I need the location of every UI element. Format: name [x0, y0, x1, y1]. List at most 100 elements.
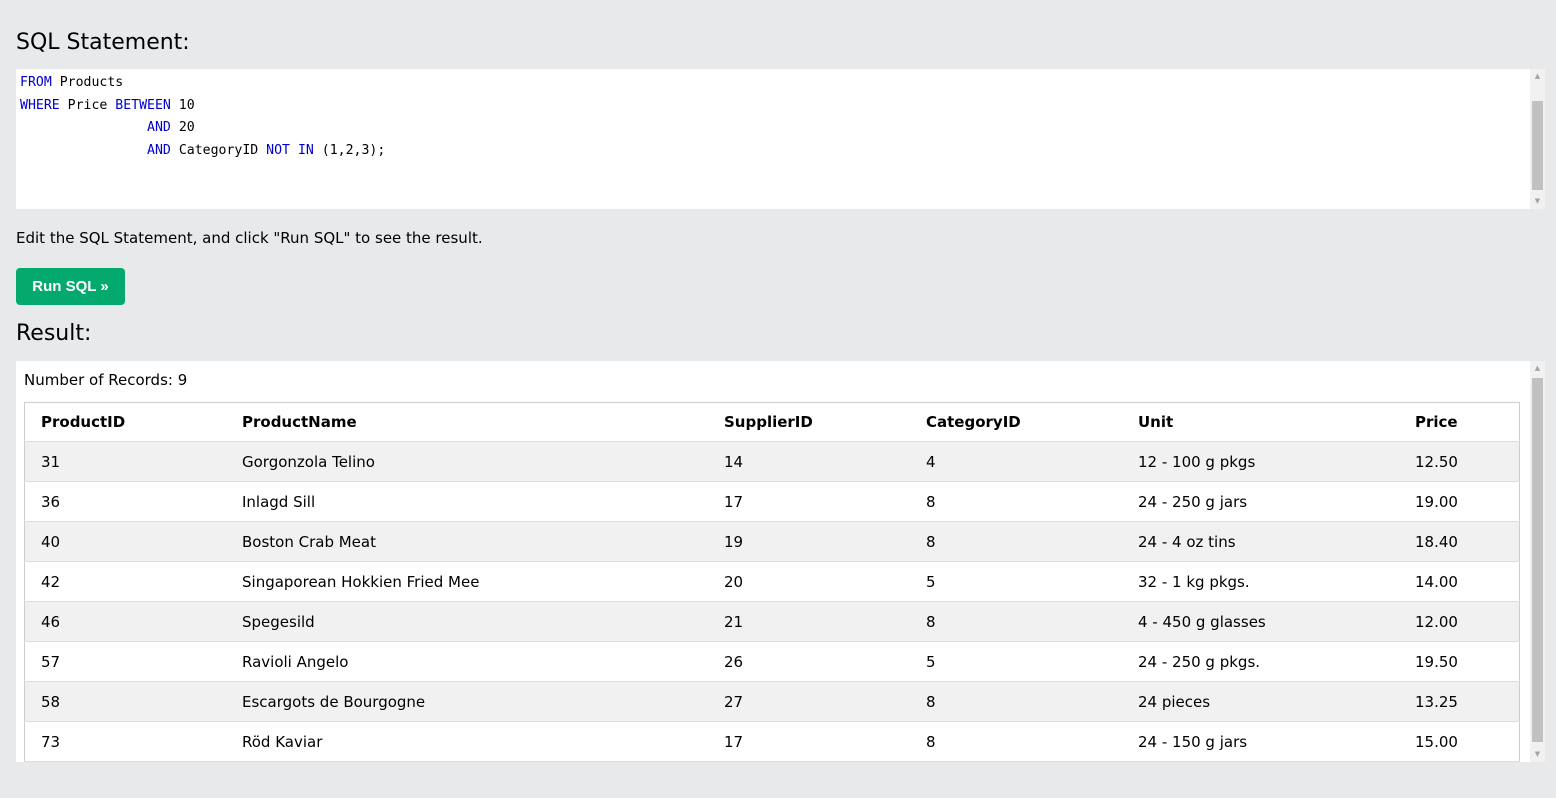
sql-code-line[interactable]: WHERE Price BETWEEN 10 [20, 95, 385, 118]
table-row: 73 Röd Kaviar 17 8 24 - 150 g jars 15.00 [24, 721, 1520, 762]
sql-keyword: IN [297, 142, 314, 158]
table-row: 40 Boston Crab Meat 19 8 24 - 4 oz tins 18.40 [24, 521, 1520, 562]
column-header: CategoryID [910, 402, 1122, 442]
table-cell: 4 [910, 441, 1122, 482]
scroll-down-arrow-icon[interactable]: ▼ [1530, 747, 1545, 762]
table-cell: 14 [708, 441, 910, 482]
table-cell: 5 [910, 561, 1122, 602]
sql-keyword: FROM [20, 75, 52, 90]
table-cell: 8 [910, 601, 1122, 642]
sql-keyword: WHERE [20, 97, 60, 113]
table-cell: 73 [24, 721, 226, 762]
sql-text: 20 [170, 120, 195, 135]
table-cell: Boston Crab Meat [226, 521, 708, 562]
table-cell: 8 [910, 481, 1122, 522]
table-cell: 8 [910, 521, 1122, 562]
table-cell: 8 [910, 721, 1122, 762]
table-cell: 17 [708, 721, 910, 762]
table-cell: 15.00 [1399, 721, 1520, 762]
table-cell: Ravioli Angelo [226, 641, 708, 682]
record-count: Number of Records: 9 [24, 371, 188, 389]
table-cell: 21 [708, 601, 910, 642]
sql-keyword: NOT [266, 142, 290, 158]
table-row: 42 Singaporean Hokkien Fried Mee 20 5 32 - 1… [24, 561, 1520, 602]
sql-text: CategoryID [170, 142, 267, 158]
table-cell: 36 [24, 481, 226, 522]
sql-keyword: BETWEEN [115, 97, 171, 113]
table-cell: 12 - 100 g pkgs [1122, 441, 1399, 482]
table-cell: 46 [24, 601, 226, 642]
table-row: 36 Inlagd Sill 17 8 24 - 250 g jars 19.00 [24, 481, 1520, 522]
sql-code-line[interactable]: AND CategoryID NOT IN (1,2,3); [20, 140, 385, 163]
table-header-row: ProductID ProductName SupplierID Categor… [24, 402, 1520, 442]
sql-statement-heading: SQL Statement: [16, 30, 190, 55]
table-row: 46 Spegesild 21 8 4 - 450 g glasses 12.00 [24, 601, 1520, 642]
table-cell: 18.40 [1399, 521, 1520, 562]
sql-keyword: AND [147, 120, 171, 135]
sql-code[interactable]: FROM Products WHERE Price BETWEEN 10 AND … [20, 72, 385, 162]
table-cell: 12.00 [1399, 601, 1520, 642]
instruction-text: Edit the SQL Statement, and click "Run S… [16, 229, 483, 247]
table-cell: 24 - 4 oz tins [1122, 521, 1399, 562]
table-cell: 27 [708, 681, 910, 722]
result-heading: Result: [16, 321, 92, 346]
table-cell: 8 [910, 681, 1122, 722]
table-cell: 12.50 [1399, 441, 1520, 482]
table-cell: Singaporean Hokkien Fried Mee [226, 561, 708, 602]
sql-editor[interactable]: FROM Products WHERE Price BETWEEN 10 AND … [16, 69, 1545, 209]
result-scroll-thumb[interactable] [1532, 378, 1543, 742]
table-cell: 19 [708, 521, 910, 562]
table-cell: 57 [24, 641, 226, 682]
scroll-up-arrow-icon[interactable]: ▲ [1530, 361, 1545, 376]
table-cell: 24 pieces [1122, 681, 1399, 722]
table-cell: 19.00 [1399, 481, 1520, 522]
result-panel: Number of Records: 9 ProductID ProductNa… [16, 361, 1545, 762]
table-cell: 5 [910, 641, 1122, 682]
run-sql-button[interactable]: Run SQL » [16, 268, 125, 305]
table-cell: 20 [708, 561, 910, 602]
editor-scroll-thumb[interactable] [1532, 101, 1543, 190]
result-scrollbar[interactable]: ▲ ▼ [1530, 361, 1545, 762]
editor-scrollbar[interactable]: ▲ ▼ [1530, 69, 1545, 209]
table-cell: 32 - 1 kg pkgs. [1122, 561, 1399, 602]
sql-text: Price [59, 97, 116, 113]
table-cell: 14.00 [1399, 561, 1520, 602]
table-cell: 42 [24, 561, 226, 602]
sql-text: 10 [170, 97, 195, 113]
table-cell: 58 [24, 681, 226, 722]
sql-text: (1,2,3); [313, 142, 386, 158]
table-row: 57 Ravioli Angelo 26 5 24 - 250 g pkgs. 19.50 [24, 641, 1520, 682]
scroll-up-arrow-icon[interactable]: ▲ [1530, 69, 1545, 84]
table-cell: Escargots de Bourgogne [226, 681, 708, 722]
table-cell: 31 [24, 441, 226, 482]
table-cell: Spegesild [226, 601, 708, 642]
table-cell: Gorgonzola Telino [226, 441, 708, 482]
sql-code-line[interactable]: FROM Products [20, 72, 385, 95]
column-header: ProductID [24, 402, 226, 442]
column-header: Unit [1122, 402, 1399, 442]
table-row: 58 Escargots de Bourgogne 27 8 24 pieces 13.2… [24, 681, 1520, 722]
table-cell: 17 [708, 481, 910, 522]
table-cell: 24 - 250 g pkgs. [1122, 641, 1399, 682]
table-cell: 40 [24, 521, 226, 562]
sql-text: Products [51, 75, 124, 90]
sql-keyword: AND [147, 142, 171, 158]
scroll-down-arrow-icon[interactable]: ▼ [1530, 194, 1545, 209]
column-header: SupplierID [708, 402, 910, 442]
table-cell: Inlagd Sill [226, 481, 708, 522]
table-cell: 13.25 [1399, 681, 1520, 722]
result-table: ProductID ProductName SupplierID Categor… [24, 402, 1520, 762]
table-cell: Röd Kaviar [226, 721, 708, 762]
column-header: ProductName [226, 402, 708, 442]
column-header: Price [1399, 402, 1520, 442]
table-cell: 4 - 450 g glasses [1122, 601, 1399, 642]
table-cell: 24 - 150 g jars [1122, 721, 1399, 762]
table-cell: 24 - 250 g jars [1122, 481, 1399, 522]
table-row: 31 Gorgonzola Telino 14 4 12 - 100 g pkgs 12.… [24, 441, 1520, 482]
sql-code-line[interactable]: AND 20 [20, 117, 385, 140]
table-cell: 26 [708, 641, 910, 682]
table-cell: 19.50 [1399, 641, 1520, 682]
